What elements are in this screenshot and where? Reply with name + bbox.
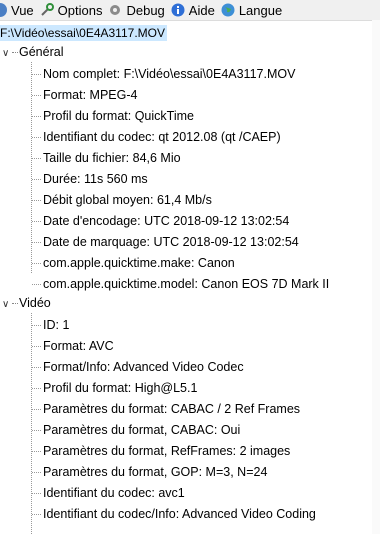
tree-item[interactable]: Format: MPEG-4 bbox=[32, 85, 137, 105]
menu-vue[interactable]: Vue bbox=[0, 0, 40, 20]
chevron-down-icon[interactable]: ∨ bbox=[2, 45, 12, 63]
menu-langue[interactable]: Langue bbox=[221, 0, 288, 20]
menu-label: Vue bbox=[11, 2, 34, 18]
tree-item[interactable]: Date de marquage: UTC 2018-09-12 13:02:5… bbox=[32, 232, 299, 252]
tree-item[interactable]: Taille du fichier: 84,6 Mio bbox=[32, 148, 181, 168]
menu-bar: Vue Options Debug Aide Langue bbox=[0, 0, 380, 21]
tree-item[interactable]: Durée: 11s 560 ms bbox=[32, 169, 148, 189]
tree-node-video[interactable]: ∨ Vidéo bbox=[0, 294, 51, 312]
tree-node-general[interactable]: ∨ Général bbox=[0, 43, 63, 61]
tree-item[interactable]: Identifiant du codec: avc1 bbox=[32, 483, 185, 503]
menu-label: Aide bbox=[188, 2, 215, 18]
tree-item[interactable]: com.apple.quicktime.make: Canon bbox=[32, 253, 235, 273]
tree-item[interactable]: Date d'encodage: UTC 2018-09-12 13:02:54 bbox=[32, 211, 289, 231]
menu-debug[interactable]: Debug bbox=[108, 0, 170, 20]
tree-item[interactable]: Identifiant du codec/Info: Advanced Vide… bbox=[32, 504, 316, 524]
wrench-icon bbox=[40, 3, 54, 17]
tree-item[interactable]: Paramètres du format, RefFrames: 2 image… bbox=[32, 441, 290, 461]
tree-item[interactable]: ID: 1 bbox=[32, 315, 69, 335]
menu-aide[interactable]: Aide bbox=[171, 0, 221, 20]
tree-item[interactable]: Paramètres du format: CABAC / 2 Ref Fram… bbox=[32, 399, 300, 419]
tree-item[interactable]: Profil du format: QuickTime bbox=[32, 106, 194, 126]
tree-root-file[interactable]: F:\Vidéo\essai\0E4A3117.MOV bbox=[0, 25, 167, 41]
menu-label: Langue bbox=[238, 2, 283, 18]
menu-label: Debug bbox=[126, 2, 165, 18]
tree-item[interactable]: Identifiant du codec: qt 2012.08 (qt /CA… bbox=[32, 127, 281, 147]
section-title: Vidéo bbox=[19, 296, 51, 310]
menu-label: Options bbox=[57, 2, 103, 18]
info-tree[interactable]: F:\Vidéo\essai\0E4A3117.MOV ∨ Général Nom… bbox=[0, 22, 372, 534]
section-title: Général bbox=[19, 45, 64, 59]
tree-item[interactable]: com.apple.quicktime.model: Canon EOS 7D … bbox=[32, 274, 329, 294]
tree-item[interactable]: Paramètres du format, CABAC: Oui bbox=[32, 420, 240, 440]
globe-icon bbox=[221, 3, 235, 17]
tree-item[interactable]: Paramètres du format, GOP: M=3, N=24 bbox=[32, 462, 267, 482]
chevron-down-icon[interactable]: ∨ bbox=[2, 296, 12, 314]
tree-item[interactable]: Format/Info: Advanced Video Codec bbox=[32, 357, 244, 377]
info-icon bbox=[171, 3, 185, 17]
gear-icon bbox=[108, 3, 122, 17]
menu-options[interactable]: Options bbox=[40, 0, 109, 20]
tree-item[interactable]: Format: AVC bbox=[32, 336, 114, 356]
eye-icon bbox=[0, 3, 7, 17]
tree-item[interactable]: Débit global moyen: 61,4 Mb/s bbox=[32, 190, 212, 210]
tree-connector bbox=[12, 303, 18, 305]
tree-item[interactable]: Profil du format: High@L5.1 bbox=[32, 378, 197, 398]
tree-item[interactable]: Nom complet: F:\Vidéo\essai\0E4A3117.MOV bbox=[32, 64, 295, 84]
tree-connector bbox=[12, 52, 18, 54]
vertical-scrollbar[interactable] bbox=[372, 20, 380, 534]
